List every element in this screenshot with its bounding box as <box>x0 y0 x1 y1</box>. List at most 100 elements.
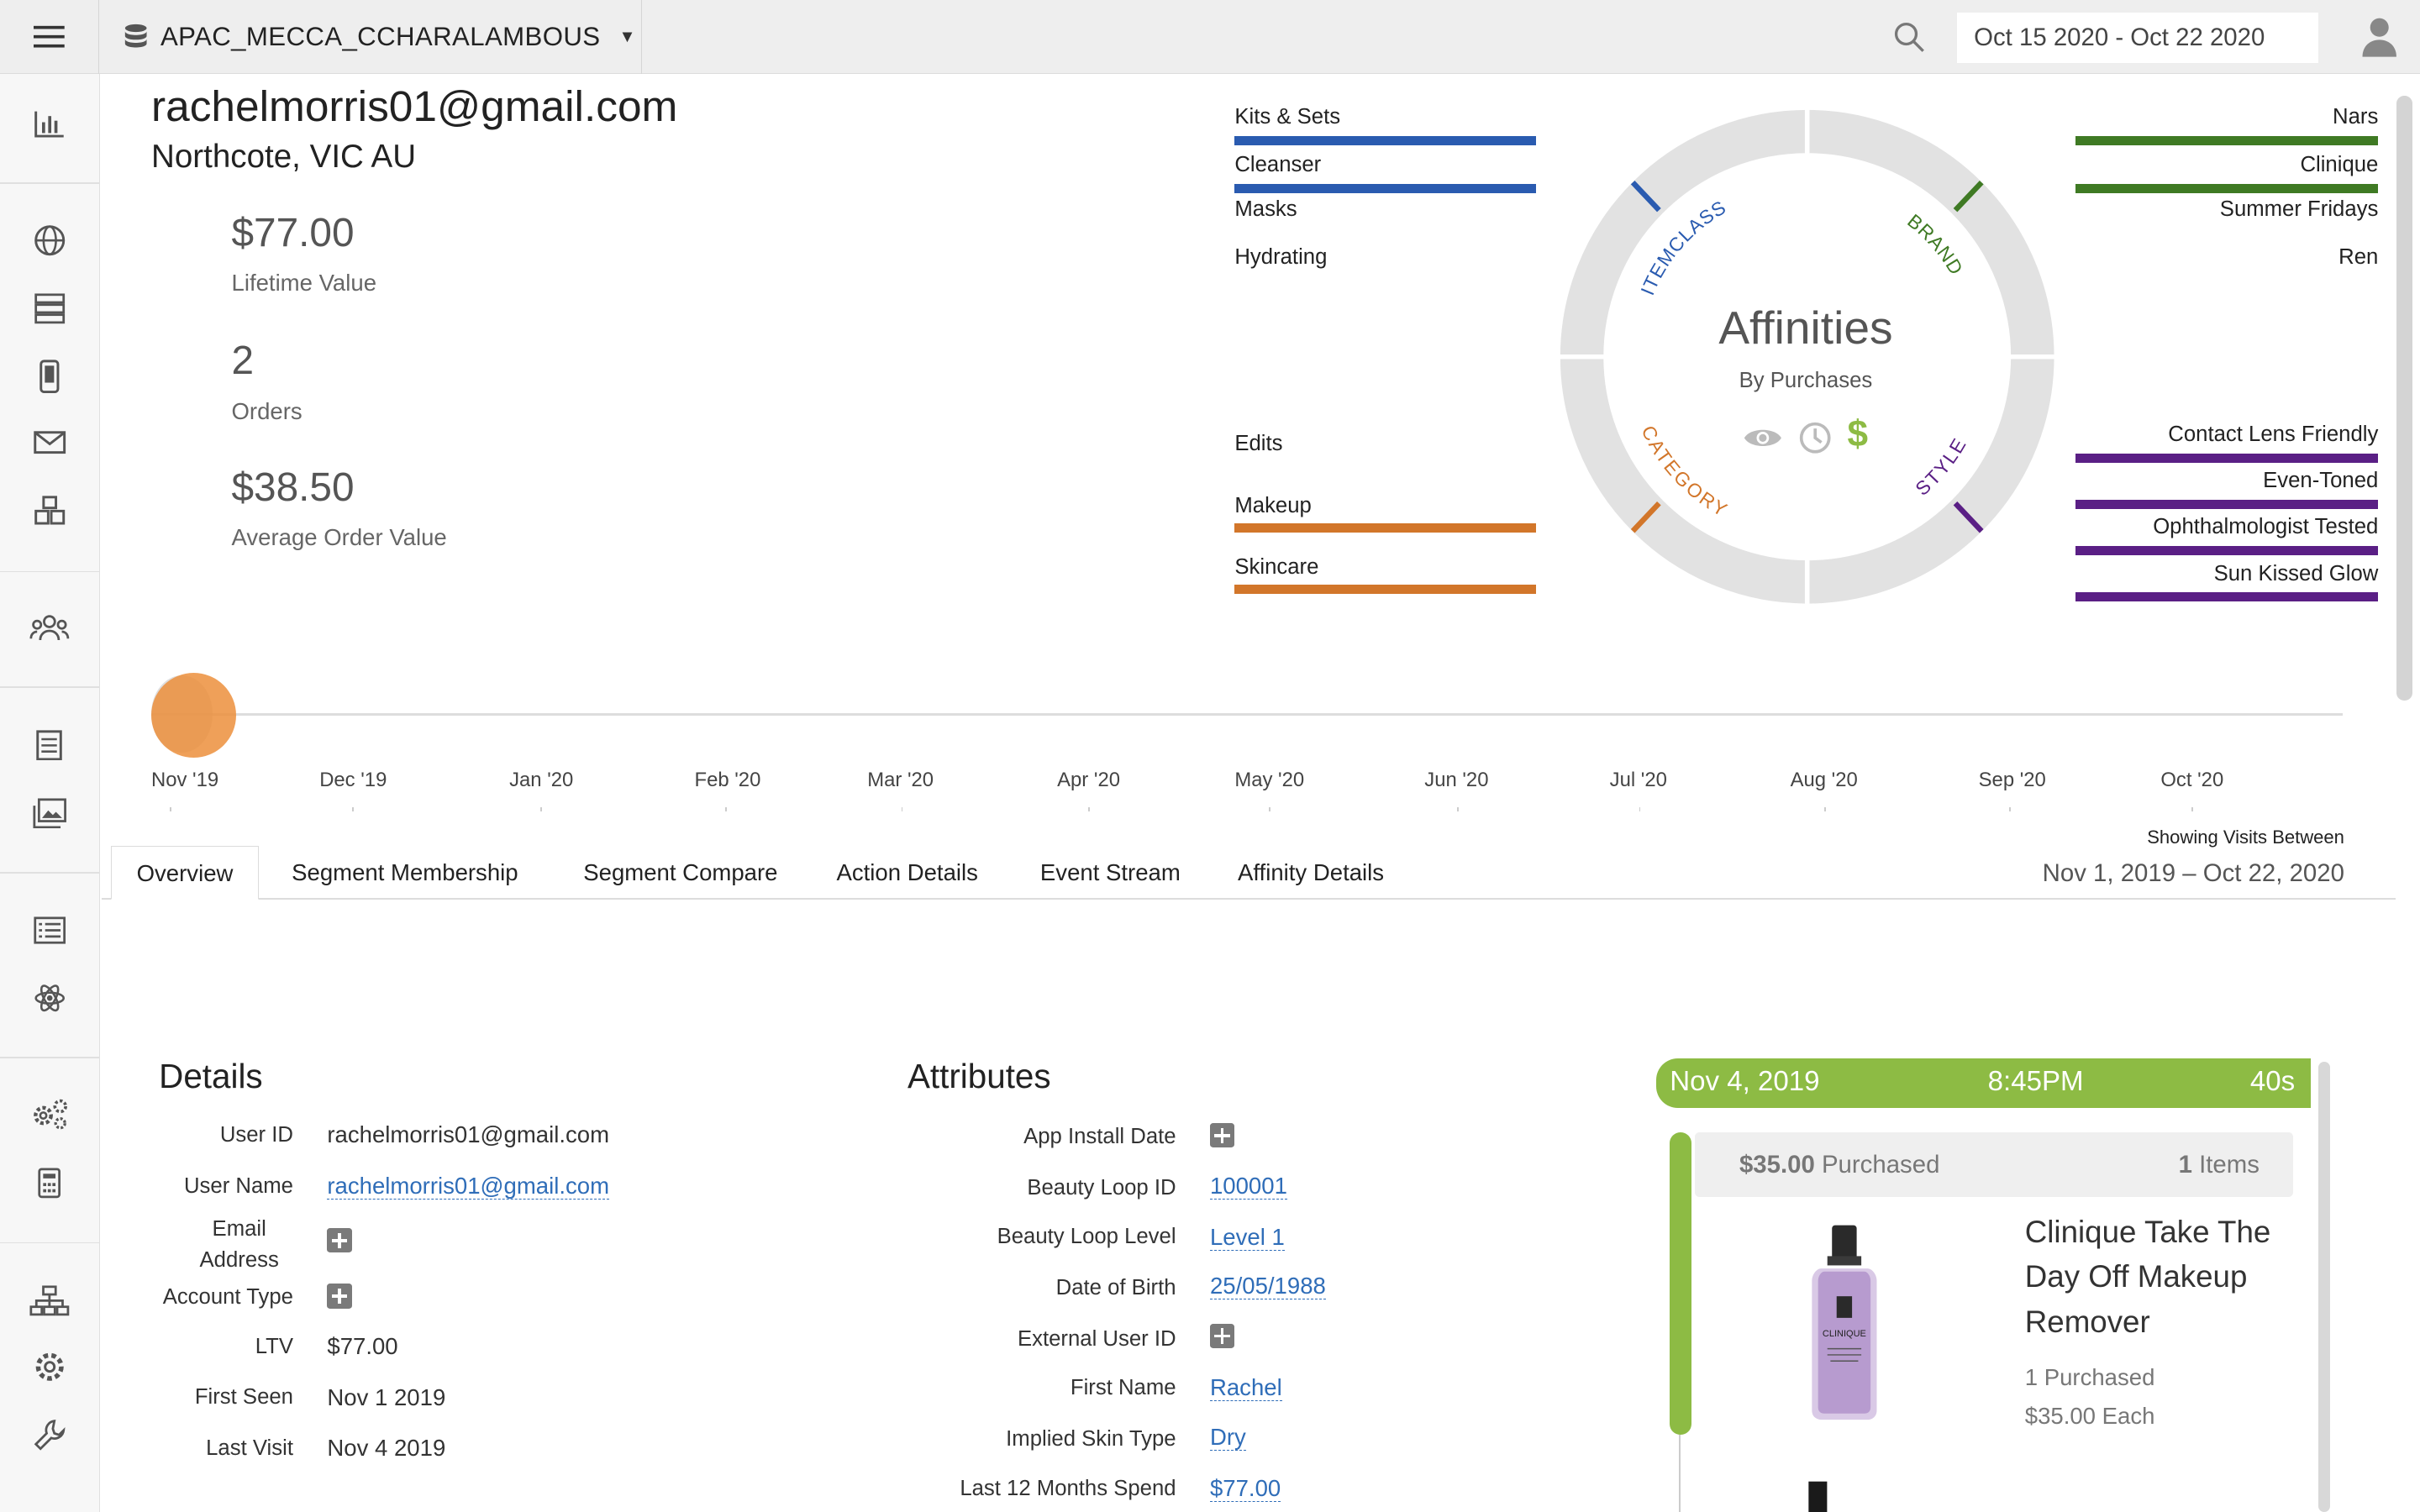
attribute-value-link[interactable]: $77.00 <box>1209 1474 1281 1502</box>
nav-email[interactable] <box>0 409 99 477</box>
kpi-lifetime-value-label: Lifetime Value <box>231 270 377 297</box>
timeline-month: Jun '20 <box>1424 768 1489 791</box>
attribute-value-link[interactable]: Dry <box>1209 1424 1246 1452</box>
nav-web[interactable] <box>0 207 99 275</box>
workspace-name: APAC_MECCA_CCHARALAMBOUS <box>160 22 601 52</box>
add-external-user-id-icon[interactable] <box>1209 1323 1235 1349</box>
affinity-item: Cleanser <box>1234 152 1322 176</box>
date-range-input[interactable] <box>1956 12 2318 64</box>
top-bar: APAC_MECCA_CCHARALAMBOUS ▼ <box>0 0 2420 75</box>
affinity-item: Summer Fridays <box>2219 197 2379 222</box>
visits-range[interactable]: Nov 1, 2019 – Oct 22, 2020 <box>1975 859 2344 888</box>
nav-content[interactable] <box>0 711 99 780</box>
page-scrollbar[interactable] <box>2396 95 2412 701</box>
tab-event-stream[interactable]: Event Stream <box>1040 846 1181 900</box>
tab-overview[interactable]: Overview <box>111 845 259 900</box>
affinity-bar <box>1234 183 1536 193</box>
detail-value-user-id: rachelmorris01@gmail.com <box>327 1121 610 1148</box>
kpi-orders: 2 <box>231 339 255 384</box>
kpi-average-order-value-label: Average Order Value <box>231 524 447 551</box>
workspace-selector[interactable]: APAC_MECCA_CCHARALAMBOUS ▼ <box>102 0 643 75</box>
attribute-label: Beauty Loop Level <box>997 1225 1176 1249</box>
kpi-average-order-value: $38.50 <box>231 465 355 510</box>
timeline-month: Jan '20 <box>509 768 574 791</box>
user-icon[interactable] <box>2358 15 2401 58</box>
affinity-item: Nars <box>2333 104 2379 129</box>
cubes-icon <box>34 495 65 525</box>
svg-text:BRAND: BRAND <box>1903 209 1968 278</box>
affinity-item: Ren <box>2338 245 2379 270</box>
visit-timeline-axis <box>150 712 2344 717</box>
event-scrollbar[interactable] <box>2317 1061 2331 1512</box>
affinity-bar <box>2075 183 2379 193</box>
affinity-bar <box>2075 592 2379 602</box>
nav-science[interactable] <box>0 964 99 1032</box>
tab-affinity-details[interactable]: Affinity Details <box>1238 846 1384 900</box>
detail-label: Email Address <box>199 1217 279 1273</box>
nav-analytics[interactable] <box>0 90 99 158</box>
timeline-month: Apr '20 <box>1057 768 1120 791</box>
detail-value-last-visit: Nov 4 2019 <box>327 1435 446 1462</box>
attribute-label: App Install Date <box>1023 1124 1176 1148</box>
detail-label: LTV <box>255 1334 293 1358</box>
visit-marker[interactable] <box>150 672 236 758</box>
nav-gallery[interactable] <box>0 780 99 848</box>
clock-icon[interactable] <box>1798 421 1832 454</box>
items-word: Items <box>2199 1151 2260 1179</box>
image-gallery-icon <box>33 798 66 828</box>
product-brand-mark: CLINIQUE <box>1823 1329 1866 1339</box>
nav-lists[interactable] <box>0 896 99 964</box>
add-account-type-icon[interactable] <box>327 1284 352 1309</box>
nav-products[interactable] <box>0 477 99 545</box>
affinity-item: Sun Kissed Glow <box>2213 561 2379 585</box>
eye-icon[interactable] <box>1743 423 1783 454</box>
event-date: Nov 4, 2019 <box>1670 1066 1820 1098</box>
timeline-month: May '20 <box>1234 768 1305 791</box>
nav-servers[interactable] <box>0 275 99 343</box>
timeline-month: Dec '19 <box>319 768 387 791</box>
timeline-month: Feb '20 <box>694 768 761 791</box>
event-header[interactable]: Nov 4, 2019 8:45PM 40s <box>1655 1058 2311 1108</box>
search-icon[interactable] <box>1892 20 1926 54</box>
event-time: 8:45PM <box>1987 1066 2084 1098</box>
tab-segment-compare[interactable]: Segment Compare <box>583 846 777 900</box>
server-icon <box>34 293 65 324</box>
affinity-bar <box>2075 500 2379 510</box>
attribute-value-link[interactable]: 25/05/1988 <box>1209 1273 1326 1300</box>
menu-button[interactable] <box>0 0 99 75</box>
affinity-bar <box>1234 522 1536 533</box>
nav-mobile[interactable] <box>0 343 99 411</box>
profile-location: Northcote, VIC AU <box>150 139 417 176</box>
affinity-item: Clinique <box>2300 152 2379 176</box>
affinity-item: Even-Toned <box>2263 469 2379 493</box>
affinity-item: Hydrating <box>1234 245 1328 270</box>
attribute-label: Last 12 Months Spend <box>960 1476 1176 1500</box>
nav-audiences[interactable] <box>0 594 99 662</box>
attribute-value-link[interactable]: Rachel <box>1209 1374 1282 1402</box>
list-icon <box>33 916 66 944</box>
detail-value-user-name-link[interactable]: rachelmorris01@gmail.com <box>327 1172 610 1200</box>
affinity-bar <box>2075 453 2379 463</box>
event-duration: 40s <box>2249 1066 2296 1098</box>
tab-action-details[interactable]: Action Details <box>836 846 977 900</box>
attribute-label: External User ID <box>1018 1326 1176 1351</box>
product-image[interactable]: CLINIQUE <box>1806 1222 1883 1423</box>
add-app-install-date-icon[interactable] <box>1209 1123 1235 1148</box>
affinity-bar <box>1234 585 1536 595</box>
document-icon <box>36 730 63 761</box>
tab-segment-membership[interactable]: Segment Membership <box>292 846 518 900</box>
attribute-value-link[interactable]: Level 1 <box>1209 1223 1285 1251</box>
items-count: 1 <box>2178 1151 2192 1179</box>
attribute-value-link[interactable]: 100001 <box>1209 1172 1287 1200</box>
kpi-lifetime-value: $77.00 <box>231 210 355 255</box>
detail-label: User Name <box>183 1173 293 1198</box>
dollar-icon[interactable]: $ <box>1848 413 1869 455</box>
detail-label: First Seen <box>194 1385 293 1410</box>
hamburger-icon <box>33 26 65 48</box>
attribute-label: First Name <box>1070 1376 1176 1400</box>
event-connector <box>1679 1435 1681 1512</box>
product-image-next[interactable] <box>1802 1478 1833 1512</box>
product-name[interactable]: Clinique Take The Day Off Makeup Remover <box>2025 1210 2303 1344</box>
purchase-summary: $35.00 Purchased 1 Items <box>1694 1132 2294 1198</box>
add-email-address-icon[interactable] <box>327 1228 352 1253</box>
